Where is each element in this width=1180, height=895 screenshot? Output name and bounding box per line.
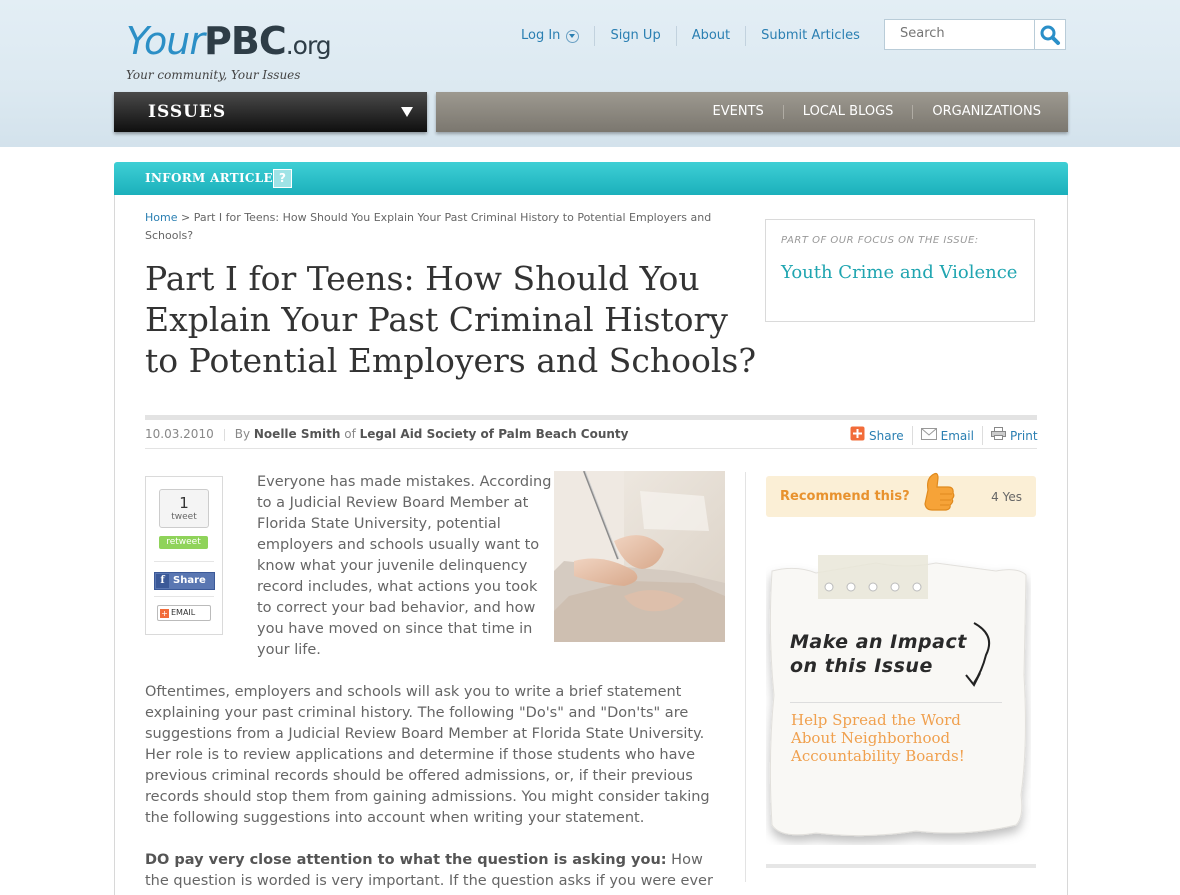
article-photo bbox=[554, 471, 725, 642]
article-date: 10.03.2010 bbox=[145, 427, 214, 441]
divider bbox=[145, 415, 1037, 420]
recommend-count: 4 Yes bbox=[991, 490, 1022, 504]
section-header: INFORM ARTICLE ? bbox=[114, 162, 1068, 195]
divider bbox=[790, 702, 1002, 703]
login-label: Log In bbox=[521, 28, 561, 43]
divider bbox=[766, 864, 1036, 868]
share-label: Share bbox=[869, 428, 904, 443]
logo-your: Your bbox=[126, 19, 205, 63]
submit-articles-link[interactable]: Submit Articles bbox=[746, 26, 875, 46]
article-meta: 10.03.2010 By Noelle Smith of Legal Aid S… bbox=[145, 426, 628, 442]
dropdown-arrow-icon bbox=[566, 29, 580, 43]
divider bbox=[154, 561, 214, 562]
events-link[interactable]: EVENTS bbox=[694, 105, 783, 119]
impact-title: Make an Impact on this Issue bbox=[790, 630, 967, 678]
focus-issue-link[interactable]: Youth Crime and Violence bbox=[781, 261, 1017, 284]
dropdown-arrow-icon bbox=[401, 107, 413, 117]
plus-icon: + bbox=[160, 609, 169, 618]
top-navigation: Log In Sign Up About Submit Articles bbox=[506, 26, 875, 46]
print-button[interactable]: Print bbox=[981, 426, 1046, 445]
search-field bbox=[884, 19, 1036, 50]
site-logo[interactable]: YourPBC.org Your community, Your Issues bbox=[126, 19, 332, 82]
social-sharing-box: 1 tweet retweet f Share + EMAIL bbox=[145, 476, 223, 635]
section-label: INFORM ARTICLE bbox=[145, 171, 273, 185]
divider bbox=[223, 428, 225, 441]
article-paragraph: Oftentimes, employers and schools will a… bbox=[145, 684, 710, 826]
breadcrumb-separator: > bbox=[180, 211, 191, 224]
tweet-count: 1 bbox=[179, 494, 189, 512]
impact-link[interactable]: Help Spread the Word About Neighborhood … bbox=[791, 711, 1001, 765]
about-link[interactable]: About bbox=[677, 26, 747, 46]
facebook-share-label: Share bbox=[173, 575, 206, 586]
column-divider bbox=[745, 472, 746, 882]
divider bbox=[154, 596, 214, 597]
byline-of: of bbox=[344, 427, 356, 441]
email-share-button[interactable]: + EMAIL bbox=[157, 605, 211, 621]
focus-label: PART OF OUR FOCUS ON THE ISSUE: bbox=[781, 235, 979, 246]
email-button[interactable]: Email bbox=[911, 426, 982, 445]
byline-by: By bbox=[234, 427, 251, 441]
facebook-share-button[interactable]: f Share bbox=[154, 572, 215, 590]
tweet-count-label: tweet bbox=[171, 512, 197, 522]
article-title: Part I for Teens: How Should You Explain… bbox=[145, 259, 757, 380]
plus-icon bbox=[850, 426, 865, 445]
login-link[interactable]: Log In bbox=[506, 26, 596, 46]
breadcrumb: Home > Part I for Teens: How Should You … bbox=[145, 209, 735, 245]
article-tools: Share Email Print bbox=[842, 426, 1046, 445]
search-input[interactable] bbox=[885, 20, 1020, 47]
tweet-counter: 1 tweet bbox=[159, 489, 209, 528]
impact-title-line: on this Issue bbox=[790, 655, 933, 677]
recommend-box[interactable]: Recommend this? 4 Yes bbox=[766, 472, 1036, 517]
logo-tagline: Your community, Your Issues bbox=[126, 68, 301, 82]
article-paragraph: DO pay very close attention to what the … bbox=[145, 850, 730, 892]
article-paragraph: Everyone has made mistakes. According to… bbox=[257, 474, 552, 658]
email-label: Email bbox=[940, 428, 974, 443]
breadcrumb-home-link[interactable]: Home bbox=[145, 211, 177, 224]
logo-pbc: PBC bbox=[204, 19, 287, 63]
secondary-navigation: EVENTS LOCAL BLOGS ORGANIZATIONS bbox=[436, 92, 1068, 132]
focus-issue-box: PART OF OUR FOCUS ON THE ISSUE: Youth Cr… bbox=[765, 219, 1035, 322]
organization-name[interactable]: Legal Aid Society of Palm Beach County bbox=[360, 427, 629, 441]
help-icon[interactable]: ? bbox=[273, 169, 292, 188]
divider bbox=[145, 448, 1037, 449]
search-icon bbox=[1040, 25, 1060, 45]
envelope-icon bbox=[920, 427, 937, 444]
issues-dropdown[interactable]: ISSUES bbox=[114, 92, 427, 132]
organizations-link[interactable]: ORGANIZATIONS bbox=[912, 105, 1068, 119]
share-button[interactable]: Share bbox=[842, 426, 912, 445]
author-name[interactable]: Noelle Smith bbox=[254, 427, 341, 441]
issues-label: ISSUES bbox=[148, 102, 227, 122]
email-share-label: EMAIL bbox=[171, 608, 196, 617]
local-blogs-link[interactable]: LOCAL BLOGS bbox=[782, 105, 913, 119]
facebook-icon: f bbox=[156, 574, 169, 588]
recommend-label: Recommend this? bbox=[780, 489, 910, 504]
impact-title-line: Make an Impact bbox=[790, 631, 967, 653]
signup-link[interactable]: Sign Up bbox=[595, 26, 677, 46]
search-button[interactable] bbox=[1034, 19, 1066, 50]
paragraph-lead: DO pay very close attention to what the … bbox=[145, 852, 667, 868]
logo-org: .org bbox=[285, 31, 332, 60]
thumbs-up-icon[interactable] bbox=[918, 468, 958, 518]
retweet-button[interactable]: retweet bbox=[159, 536, 208, 549]
print-label: Print bbox=[1009, 428, 1038, 443]
printer-icon bbox=[990, 427, 1006, 444]
impact-note bbox=[766, 555, 1031, 845]
breadcrumb-current: Part I for Teens: How Should You Explain… bbox=[145, 211, 712, 242]
